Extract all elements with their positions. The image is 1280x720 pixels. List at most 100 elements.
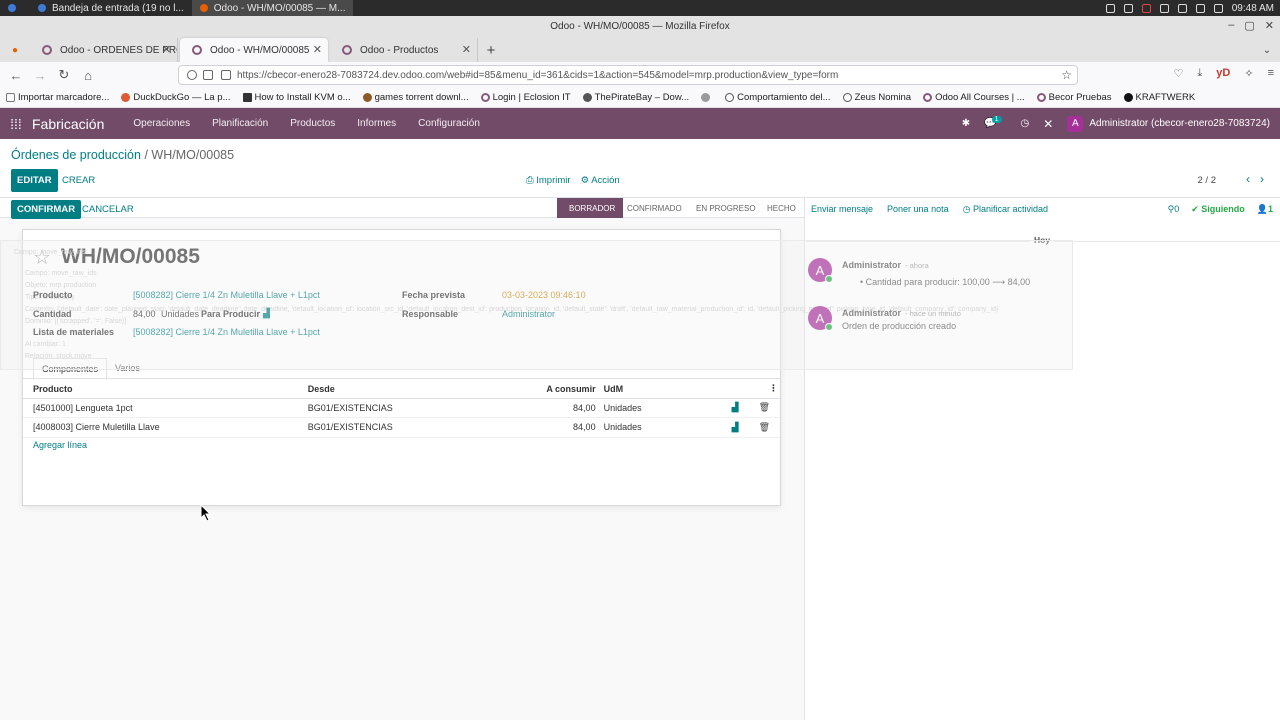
- forecast-chart-icon[interactable]: ▟: [732, 422, 739, 432]
- optional-columns-icon[interactable]: ⋮: [748, 380, 780, 399]
- stage-en-progreso[interactable]: EN PROGRESO: [688, 198, 764, 218]
- bluetooth-icon[interactable]: [1159, 3, 1169, 13]
- bookmark-item[interactable]: Comportamiento del...: [719, 92, 836, 103]
- forecast-chart-icon[interactable]: ▟: [732, 402, 739, 412]
- menu-informes[interactable]: Informes: [346, 118, 407, 129]
- table-row[interactable]: [4008003] Cierre Muletilla Llave BG01/EX…: [23, 417, 780, 438]
- table-row[interactable]: [4501000] Lengueta 1pct BG01/EXISTENCIAS…: [23, 398, 780, 418]
- power-icon[interactable]: [1195, 3, 1205, 13]
- close-window-icon[interactable]: ✕: [1265, 19, 1274, 32]
- bookmark-item[interactable]: ThePirateBay – Dow...: [577, 92, 696, 103]
- cancel-button[interactable]: CANCELAR: [82, 204, 134, 215]
- log-note-button[interactable]: Poner una nota: [887, 204, 949, 215]
- bookmark-item[interactable]: Importar marcadore...: [0, 92, 115, 103]
- cell-product[interactable]: [4501000] Lengueta 1pct: [23, 398, 298, 418]
- cell-qty[interactable]: 84,00: [476, 417, 600, 438]
- cell-from[interactable]: BG01/EXISTENCIAS: [297, 398, 477, 418]
- stage-hecho[interactable]: HECHO: [759, 198, 804, 218]
- print-button[interactable]: ⎙ Imprimir: [526, 175, 571, 186]
- bookmark-item[interactable]: KRAFTWERK: [1118, 92, 1202, 103]
- close-tab-icon[interactable]: ✕: [462, 43, 471, 56]
- minimize-icon[interactable]: –: [1228, 19, 1234, 32]
- reload-icon[interactable]: ↻: [52, 67, 76, 83]
- cell-from[interactable]: BG01/EXISTENCIAS: [297, 417, 477, 438]
- bookmark-item[interactable]: How to Install KVM o...: [237, 92, 357, 103]
- cell-qty[interactable]: 84,00: [476, 398, 600, 418]
- bookmark-item[interactable]: DuckDuckGo — La p...: [115, 92, 236, 103]
- menu-planificacion[interactable]: Planificación: [201, 118, 279, 129]
- cell-uom[interactable]: Unidades: [599, 417, 689, 438]
- network-icon[interactable]: [1177, 3, 1187, 13]
- messages-icon[interactable]: 💬1: [984, 116, 1006, 129]
- close-tab-icon[interactable]: ✕: [313, 43, 322, 56]
- confirm-button[interactable]: CONFIRMAR: [11, 200, 82, 219]
- followers-button[interactable]: 👤1: [1257, 204, 1273, 215]
- date-planned-field[interactable]: 03-03-2023 09:46:10: [502, 290, 586, 300]
- bookmark-star-icon[interactable]: ☆: [1061, 68, 1072, 82]
- bom-field[interactable]: [5008282] Cierre 1/4 Zn Muletilla Llave …: [133, 327, 320, 337]
- avatar[interactable]: A: [808, 258, 833, 283]
- maximize-icon[interactable]: ▢: [1244, 19, 1254, 32]
- pager-previous-icon[interactable]: ‹: [1246, 172, 1250, 186]
- pocket-icon[interactable]: ♡: [1174, 67, 1184, 80]
- extensions-icon[interactable]: ✧: [1244, 67, 1253, 80]
- menu-configuracion[interactable]: Configuración: [407, 118, 491, 129]
- bell-icon[interactable]: [1123, 3, 1133, 13]
- tab-mo[interactable]: Odoo - WH/MO/00085 ✕: [180, 38, 328, 62]
- notes-icon[interactable]: [1105, 3, 1115, 13]
- responsible-field[interactable]: Administrator: [502, 309, 555, 319]
- column-header-product[interactable]: Producto: [23, 380, 298, 399]
- add-line-link[interactable]: Agregar línea: [33, 440, 87, 450]
- pager-value[interactable]: 2 / 2: [1198, 175, 1217, 186]
- bookmark-item[interactable]: games torrent downl...: [357, 92, 475, 103]
- os-menu-icon[interactable]: [0, 0, 30, 16]
- avatar[interactable]: A: [808, 306, 833, 331]
- menu-productos[interactable]: Productos: [279, 118, 346, 129]
- pager-next-icon[interactable]: ›: [1260, 172, 1264, 186]
- breadcrumb-parent[interactable]: Órdenes de producción: [11, 148, 141, 162]
- following-button[interactable]: ✔ Siguiendo: [1191, 204, 1245, 215]
- column-header-uom[interactable]: UdM: [599, 380, 689, 399]
- firefox-view-icon[interactable]: ●: [2, 38, 28, 62]
- trash-icon[interactable]: 🗑: [759, 422, 770, 432]
- debug-icon[interactable]: ✱: [962, 118, 970, 129]
- stage-borrador[interactable]: BORRADOR: [557, 198, 624, 218]
- home-icon[interactable]: ⌂: [76, 68, 100, 83]
- menu-operaciones[interactable]: Operaciones: [122, 118, 201, 129]
- bookmark-item[interactable]: Zeus Nomina: [837, 92, 918, 103]
- shield-icon[interactable]: [187, 70, 197, 80]
- close-tab-icon[interactable]: ✕: [162, 43, 171, 56]
- tab-componentes[interactable]: Componentes: [33, 358, 108, 380]
- bookmark-item[interactable]: Odoo All Courses | ...: [917, 92, 1031, 103]
- forward-icon[interactable]: →: [28, 68, 52, 83]
- downloads-icon[interactable]: ⤓: [1197, 67, 1202, 80]
- column-header-to-consume[interactable]: A consumir: [476, 380, 600, 399]
- action-button[interactable]: ⚙ Acción: [581, 175, 620, 186]
- camera-icon[interactable]: [1141, 3, 1151, 13]
- tab-varios[interactable]: Varios: [107, 358, 148, 380]
- user-menu[interactable]: A Administrator (cbecor-enero28-7083724): [1067, 115, 1270, 132]
- task-mail[interactable]: Bandeja de entrada (19 no l...: [30, 0, 192, 16]
- column-header-from[interactable]: Desde: [297, 380, 477, 399]
- trash-icon[interactable]: 🗑: [759, 402, 770, 412]
- back-icon[interactable]: ←: [4, 68, 28, 83]
- apps-grid-icon[interactable]: ⁞⁞⁞: [0, 116, 32, 132]
- bookmark-item[interactable]: [695, 93, 719, 102]
- schedule-activity-button[interactable]: ◷ Planificar actividad: [963, 204, 1048, 215]
- stage-confirmado[interactable]: CONFIRMADO: [619, 198, 690, 218]
- extension-yd-icon[interactable]: yD: [1216, 67, 1230, 80]
- quantity-field[interactable]: 84,00: [133, 309, 156, 319]
- cell-uom[interactable]: Unidades: [599, 398, 689, 418]
- app-name[interactable]: Fabricación: [32, 116, 104, 132]
- activity-clock-icon[interactable]: ◷: [1021, 118, 1030, 129]
- lock-icon[interactable]: [203, 70, 213, 80]
- permissions-icon[interactable]: [221, 70, 231, 80]
- close-x-icon[interactable]: ✕: [1043, 117, 1053, 131]
- product-field[interactable]: [5008282] Cierre 1/4 Zn Muletilla Llave …: [133, 290, 320, 300]
- bookmark-item[interactable]: Becor Pruebas: [1031, 92, 1118, 103]
- attachments-button[interactable]: ⚲0: [1168, 204, 1180, 215]
- menu-icon[interactable]: ≡: [1268, 67, 1274, 80]
- bookmark-item[interactable]: Login | Eclosion IT: [475, 92, 577, 103]
- cell-product[interactable]: [4008003] Cierre Muletilla Llave: [23, 417, 298, 438]
- new-tab-button[interactable]: +: [478, 38, 504, 62]
